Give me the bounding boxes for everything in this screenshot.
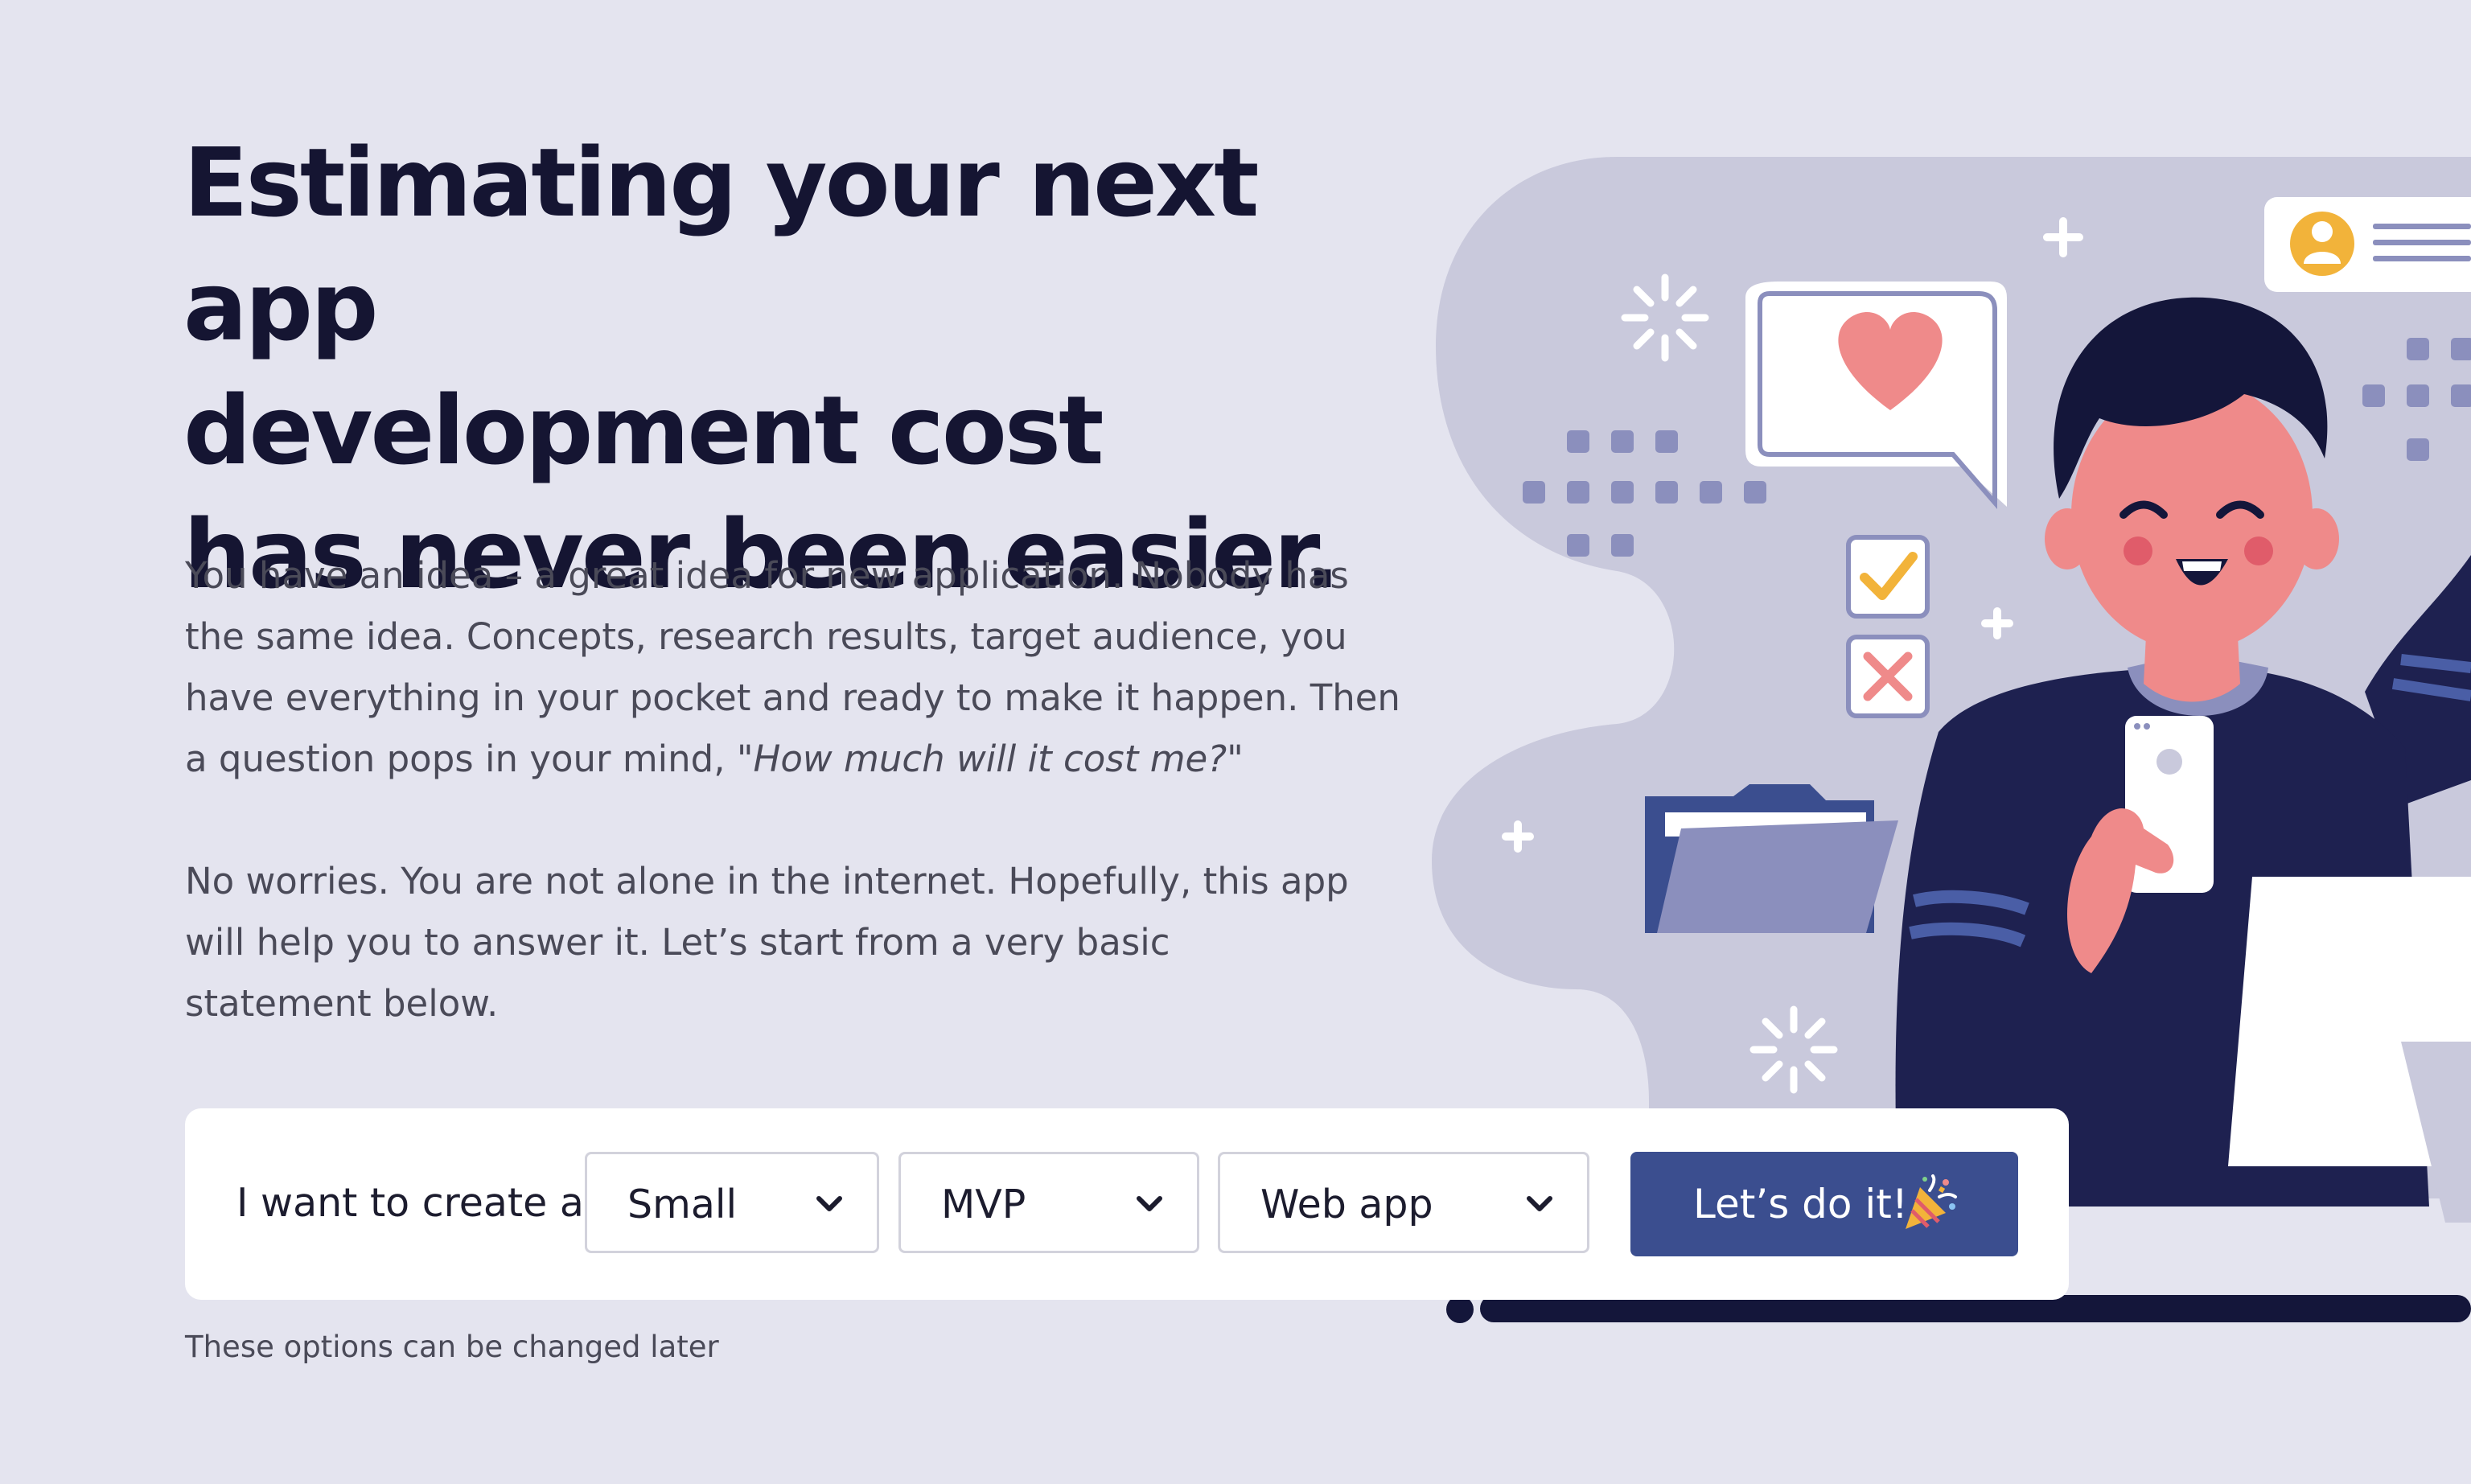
chevron-down-icon	[816, 1196, 842, 1211]
app-size-select[interactable]: Small	[585, 1152, 879, 1253]
intro-paragraph-1: You have an idea – a great idea for new …	[185, 545, 1408, 790]
intro-paragraph-2: No worries. You are not alone in the int…	[185, 860, 1349, 1025]
app-size-value: Small	[627, 1182, 738, 1227]
folder-icon	[1645, 784, 1898, 933]
checkbox-checked-icon	[1846, 535, 1930, 619]
submit-estimate-button[interactable]: Let’s do it!	[1630, 1152, 2018, 1256]
profile-card-icon	[2264, 197, 2471, 292]
hero-title-line-2: development cost	[183, 375, 1104, 486]
app-platform-select[interactable]: Web app	[1218, 1152, 1589, 1253]
estimate-form-card: I want to create a Small MVP Web app Let…	[185, 1108, 2069, 1300]
app-platform-value: Web app	[1260, 1182, 1433, 1227]
app-stage-value: MVP	[941, 1182, 1026, 1227]
chevron-down-icon	[1527, 1196, 1552, 1211]
chevron-down-icon	[1137, 1196, 1162, 1211]
party-popper-icon	[1906, 1174, 1957, 1229]
checkbox-crossed-icon	[1846, 635, 1930, 718]
options-hint-text: These options can be changed later	[185, 1330, 719, 1364]
intro-quote: "How much will it cost me?"	[736, 738, 1244, 780]
submit-button-label: Let’s do it!	[1693, 1181, 1908, 1227]
app-stage-select[interactable]: MVP	[898, 1152, 1199, 1253]
hero-title-line-1: Estimating your next app	[183, 127, 1260, 362]
hero-title: Estimating your next app development cos…	[183, 121, 1390, 616]
form-lead-text: I want to create a	[236, 1180, 584, 1226]
